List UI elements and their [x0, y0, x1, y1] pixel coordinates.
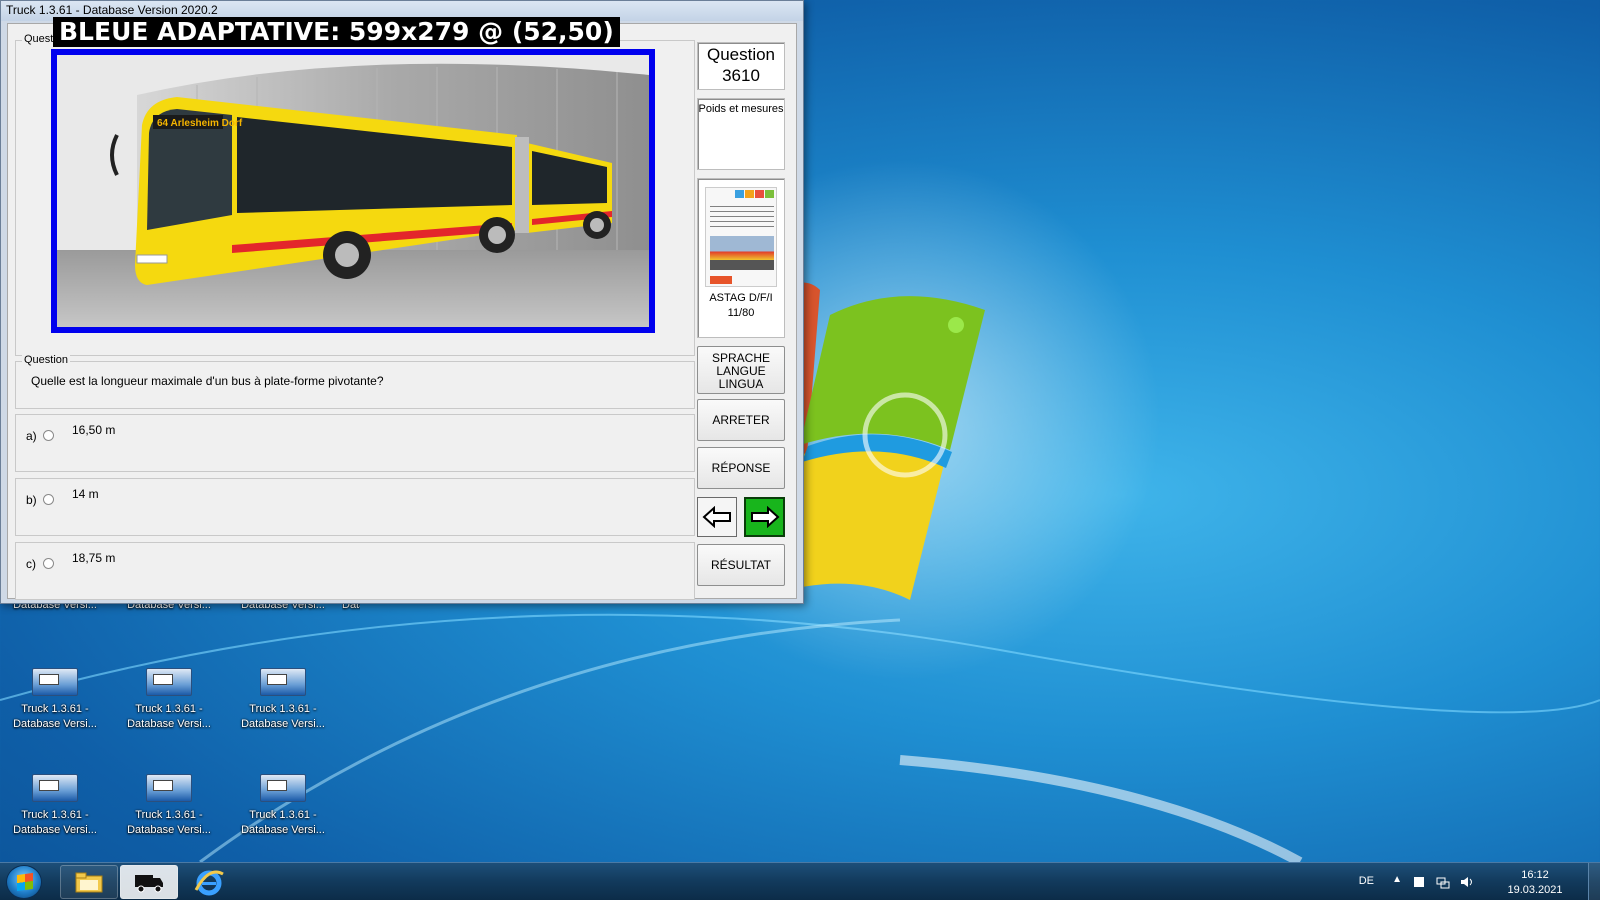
desktop-icon-label: Database Versi... — [127, 824, 211, 836]
taskbar-clock[interactable]: 16:12 19.03.2021 — [1500, 868, 1570, 898]
truck-app-icon — [135, 875, 163, 893]
truck-app-icon — [146, 668, 192, 696]
truck-app-icon — [260, 774, 306, 802]
desktop-icon-truck[interactable]: Truck 1.3.61 - Database Versi... — [114, 664, 224, 740]
result-button-label: RÉSULTAT — [710, 558, 771, 572]
truck-app-icon — [260, 668, 306, 696]
book-logo — [710, 276, 732, 284]
book-cover-image — [705, 187, 777, 287]
arrow-left-icon — [702, 506, 731, 528]
answer-letter: a) — [26, 429, 37, 443]
start-button[interactable] — [6, 865, 42, 899]
desktop-icon-label: Truck 1.3.61 - — [249, 809, 317, 821]
desktop-icon-label: Database Versi... — [127, 718, 211, 730]
question-group-legend: Question — [22, 354, 71, 366]
desktop-icon-label: Truck 1.3.61 - — [21, 703, 89, 715]
source-line-1: ASTAG D/F/I — [709, 292, 773, 304]
question-number-box: Question 3610 — [697, 42, 785, 90]
answer-option-c[interactable]: c) 18,75 m — [15, 542, 695, 600]
taskbar-internet-explorer[interactable] — [180, 865, 238, 899]
result-button[interactable]: RÉSULTAT — [697, 544, 785, 586]
clock-date: 19.03.2021 — [1507, 884, 1563, 896]
question-number-label: Question — [706, 45, 776, 64]
bus-photo: 64 Arlesheim Dorf — [57, 55, 649, 327]
network-icon[interactable] — [1436, 875, 1450, 889]
truck-app-icon — [32, 774, 78, 802]
desktop-icon-label: Truck 1.3.61 - — [21, 809, 89, 821]
answer-letter: b) — [26, 493, 37, 507]
next-button[interactable] — [744, 497, 785, 537]
system-tray: DE ▲ 16:12 19.03.2021 — [1280, 863, 1600, 900]
action-center-icon[interactable] — [1412, 875, 1426, 889]
language-button[interactable]: SPRACHE LANGUE LINGUA — [697, 346, 785, 394]
desktop-icon-label: Database Versi... — [241, 718, 325, 730]
truck-app-icon — [146, 774, 192, 802]
book-category-bands — [735, 190, 774, 198]
desktop-icon-label: Truck 1.3.61 - — [135, 809, 203, 821]
answer-radio-b[interactable] — [43, 494, 54, 505]
category-box: Poids et mesures — [697, 98, 785, 170]
stop-button-label: ARRETER — [712, 413, 770, 427]
answer-option-a[interactable]: a) 16,50 m — [15, 414, 695, 472]
desktop-icon-truck[interactable]: Truck 1.3.61 - Database Versi... — [228, 664, 338, 740]
answer-button[interactable]: RÉPONSE — [697, 447, 785, 489]
language-indicator[interactable]: DE — [1359, 875, 1374, 887]
internet-explorer-icon — [194, 870, 224, 896]
answer-value: 16,50 m — [72, 423, 116, 437]
source-line-2: 11/80 — [727, 307, 755, 319]
question-number: 3610 — [722, 66, 760, 85]
category-label: Poids et mesures — [698, 103, 784, 115]
answer-radio-c[interactable] — [43, 558, 54, 569]
answer-value: 18,75 m — [72, 551, 116, 565]
tray-expand-icon[interactable]: ▲ — [1392, 874, 1402, 885]
desktop-icon-truck[interactable]: Truck 1.3.61 - Database Versi... — [114, 770, 224, 846]
desktop-icon-label: Database Versi... — [13, 718, 97, 730]
stop-button[interactable]: ARRETER — [697, 399, 785, 441]
question-image-frame: 64 Arlesheim Dorf — [51, 49, 655, 333]
desktop-icon-label: Truck 1.3.61 - — [249, 703, 317, 715]
truck-app-icon — [32, 668, 78, 696]
windows-flag-icon — [17, 872, 33, 892]
arrow-right-icon — [750, 506, 779, 528]
answer-button-label: RÉPONSE — [711, 461, 771, 475]
taskbar-truck-app[interactable] — [120, 865, 178, 899]
overlay-annotation-label: BLEUE ADAPTATIVE: 599x279 @ (52,50) — [53, 17, 620, 47]
desktop-icon-truck[interactable]: Truck 1.3.61 - Database Versi... — [228, 770, 338, 846]
taskbar-file-explorer[interactable] — [60, 865, 118, 899]
desktop-icon-truck[interactable]: Truck 1.3.61 - Database Versi... — [0, 664, 110, 740]
answer-option-b[interactable]: b) 14 m — [15, 478, 695, 536]
source-box: ASTAG D/F/I 11/80 — [697, 178, 785, 338]
file-explorer-icon — [75, 872, 103, 893]
desktop-icon-area: Database Versi... Database Versi... Data… — [0, 599, 360, 862]
bus-route-sign: 64 Arlesheim Dorf — [157, 118, 243, 129]
volume-icon[interactable] — [1460, 875, 1474, 889]
language-label-it: LINGUA — [718, 377, 764, 391]
desktop-icon-label: Truck 1.3.61 - — [135, 703, 203, 715]
desktop-icon-label: Database Versi... — [13, 824, 97, 836]
question-group: Question Quelle est la longueur maximale… — [15, 354, 695, 409]
show-desktop-button[interactable] — [1588, 863, 1600, 900]
app-window: Truck 1.3.61 - Database Version 2020.2 Q… — [0, 0, 804, 604]
clock-time: 16:12 — [1521, 869, 1549, 881]
answer-value: 14 m — [72, 487, 99, 501]
previous-button[interactable] — [697, 497, 737, 537]
taskbar: DE ▲ 16:12 19.03.2021 — [0, 862, 1600, 900]
question-text: Quelle est la longueur maximale d'un bus… — [31, 374, 384, 388]
desktop-icon-label: Database Versi... — [241, 824, 325, 836]
desktop-icon-truck[interactable]: Truck 1.3.61 - Database Versi... — [0, 770, 110, 846]
book-title-lines — [710, 206, 774, 228]
book-photo — [710, 236, 774, 270]
answer-radio-a[interactable] — [43, 430, 54, 441]
answer-letter: c) — [26, 557, 36, 571]
